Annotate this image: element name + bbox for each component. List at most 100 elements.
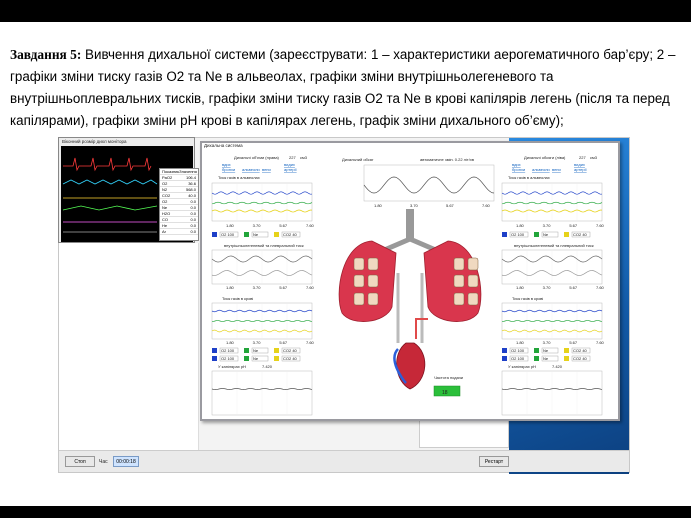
monitor-row-value: Значення [179, 169, 197, 174]
monitor-row-key: O2 [162, 199, 168, 204]
task-description: Завдання 5: Вивчення дихальної системи (… [10, 44, 685, 132]
stop-button[interactable]: Стоп [65, 456, 95, 467]
right-blood-tick: 3.70 [543, 340, 552, 345]
right-blood-legend-a-ne-swatch [534, 348, 539, 353]
time-label: Час [99, 459, 108, 465]
left-link-bronchi: бронхи [222, 167, 235, 172]
left-blood-legend-b-co2-label: CO2 40 [283, 356, 298, 361]
monitor-row-value: 0.0 [190, 217, 196, 222]
monitor-row-key: CO [162, 217, 168, 222]
left-pleural-tick: 7.60 [306, 285, 315, 290]
left-alv-tick: 1.80 [226, 223, 235, 228]
left-blood-legend-a-o2-swatch [212, 348, 217, 353]
alveolus [453, 274, 465, 288]
right-alv-legend-o2-label: O2 100 [511, 232, 525, 237]
right-pleural-title: внутрішньолегеневий та плевральний тиск [514, 243, 594, 248]
left-blood-legend-b-ne-label: Ne [253, 356, 259, 361]
right-blood-legend-a-ne-label: Ne [543, 348, 549, 353]
monitor-row: Ar 0.0 [160, 229, 198, 235]
right-blood-title: Тиск газів в крові [512, 296, 543, 301]
left-alv-tick: 7.60 [306, 223, 315, 228]
right-volume-value: 227 [579, 155, 586, 160]
left-blood-legend-a-o2-label: O2 100 [221, 348, 235, 353]
bottom-black-bar [0, 506, 691, 518]
left-blood-legend-a-ne-label: Ne [253, 348, 259, 353]
right-pleural-tick: 7.60 [596, 285, 605, 290]
right-alv-tick: 1.80 [516, 223, 525, 228]
monitor-row-key: N2 [162, 187, 168, 192]
left-blood-legend-a-co2-swatch [274, 348, 279, 353]
center-volume-title: Дихальний обсяг [342, 157, 374, 162]
restart-button[interactable]: Рестарт [479, 456, 509, 467]
right-blood-legend-a-o2-swatch [502, 348, 507, 353]
pulmonary-vessels [396, 273, 424, 343]
monitor-row-value: 36.6 [188, 181, 196, 186]
right-blood-legend-b-o2-label: O2 100 [511, 356, 525, 361]
monitor-row-key: He [162, 223, 168, 228]
right-pleural-tick: 5.67 [569, 285, 578, 290]
monitor-row-value: 40.0 [188, 193, 196, 198]
right-alv-tick: 3.70 [543, 223, 552, 228]
left-pleural-tick: 1.80 [226, 285, 235, 290]
left-lung [338, 240, 397, 322]
right-alv-legend-co2-swatch [564, 232, 569, 237]
center-volume-tick: 3.70 [410, 203, 419, 208]
right-blood-legend-b-co2-swatch [564, 356, 569, 361]
left-volume-value: 227 [289, 155, 296, 160]
left-blood-tick: 1.80 [226, 340, 235, 345]
alveolus [353, 292, 365, 306]
alveolus [467, 274, 479, 288]
right-volume-label: Дихальні обсяги (ліва) [524, 155, 566, 160]
left-blood-tick: 5.67 [279, 340, 288, 345]
alveolus [453, 257, 465, 271]
monitor-row-value: 568.0 [185, 187, 196, 192]
alveolus [367, 292, 379, 306]
right-ph-value: 7.420 [552, 364, 563, 369]
app-footer: Стоп Час 00:00:18 Рестарт [59, 450, 629, 472]
right-blood-tick: 1.80 [516, 340, 525, 345]
right-link-veins: вени [552, 167, 561, 172]
right-alv-legend-ne-label: Ne [543, 232, 549, 237]
rate-label: Частота подачи [434, 375, 463, 380]
monitor-row-value: 0.0 [190, 205, 196, 210]
right-blood-legend-b-o2-swatch [502, 356, 507, 361]
left-link-veins: вени [262, 167, 271, 172]
monitor-row-value: 0.0 [190, 199, 196, 204]
monitor-row-value: 0.0 [190, 211, 196, 216]
left-pleural-tick: 3.70 [253, 285, 262, 290]
left-blood-tick: 3.70 [253, 340, 262, 345]
alveolus [367, 257, 379, 271]
left-volume-unit: см3 [300, 155, 308, 160]
left-panel [59, 243, 199, 453]
sim-canvas: Дихальні об’єми (права) 227 см3вдихбронхи а… [211, 155, 605, 416]
time-display: 00:00:18 [113, 456, 139, 467]
right-alv-tick: 7.60 [596, 223, 605, 228]
task-lead: Завдання 5: [10, 47, 82, 62]
right-volume-unit: см3 [590, 155, 598, 160]
left-alv-legend-ne-label: Ne [253, 232, 259, 237]
right-link-bronchi: бронхи [512, 167, 525, 172]
left-blood-legend-b-ne-swatch [244, 356, 249, 361]
right-blood-legend-a-co2-label: CO2 40 [573, 348, 588, 353]
left-pleural-tick: 5.67 [279, 285, 288, 290]
monitor-row-key: PaO2 [162, 175, 173, 180]
right-alv-legend-o2-swatch [502, 232, 507, 237]
center-volume-tick: 1.80 [374, 203, 383, 208]
right-link-arteries: артерії [574, 167, 587, 172]
monitor-values-table: Показник Значення PaO2 106.4 O2 36.6 N2 568.0 CO… [159, 168, 199, 241]
monitor-window[interactable]: Віконний розмір дихл монітора Показник Зн… [58, 137, 199, 243]
simulation-window[interactable]: Дихальна система Дихальні об’єми (права)… [200, 141, 620, 421]
right-blood-tick: 5.67 [569, 340, 578, 345]
left-alv-title: Тиск газів в альвеолах [218, 175, 260, 180]
left-blood-legend-a-co2-label: CO2 40 [283, 348, 298, 353]
left-blood-tick: 7.60 [306, 340, 315, 345]
monitor-row-value: 106.4 [185, 175, 196, 180]
left-alv-legend-o2-swatch [212, 232, 217, 237]
center-volume-tick: 7.60 [482, 203, 491, 208]
left-link-arteries: артерії [284, 167, 297, 172]
alveolus [353, 257, 365, 271]
right-blood-legend-b-co2-label: CO2 40 [573, 356, 588, 361]
left-blood-legend-b-o2-label: O2 100 [221, 356, 235, 361]
alveolus [467, 257, 479, 271]
monitor-row-key: Показник [162, 169, 180, 174]
